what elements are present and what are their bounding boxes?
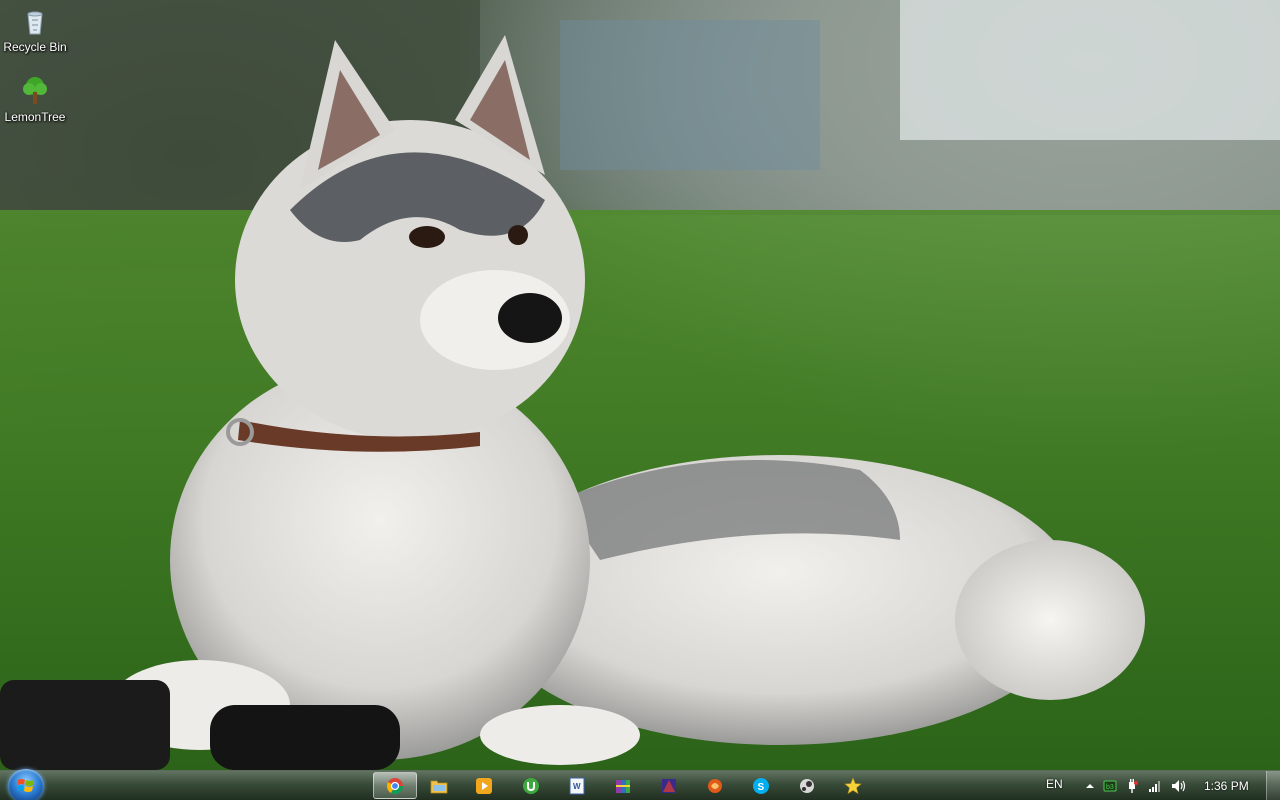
clock[interactable]: 1:36 PM: [1204, 779, 1249, 793]
word-icon: W: [569, 777, 585, 794]
taskbar-utorrent-button[interactable]: [509, 772, 553, 799]
svg-text:b3: b3: [1106, 784, 1114, 791]
network-app-tray-icon[interactable]: b3: [1102, 779, 1118, 793]
svg-text:W: W: [573, 782, 581, 791]
desktop-icon-lemontree[interactable]: LemonTree: [0, 76, 70, 124]
tree-icon: [19, 76, 51, 108]
system-tray: EN b3 1:36 PM: [1030, 771, 1280, 800]
star-icon: [844, 776, 862, 794]
windows-logo-icon: [17, 779, 34, 792]
show-hidden-icons-chevron-up-icon[interactable]: [1082, 779, 1098, 793]
taskbar-chrome-button[interactable]: [373, 772, 417, 799]
power-plug-icon[interactable]: [1124, 779, 1140, 793]
taskbar-explorer-button[interactable]: [417, 772, 461, 799]
chrome-icon: [386, 777, 404, 794]
media-player-icon: [476, 777, 492, 794]
folder-icon: [430, 780, 448, 793]
taskbar-app-purple-button[interactable]: [647, 772, 691, 799]
taskbar-app-orange-button[interactable]: [693, 772, 737, 799]
desktop-icon-label: LemonTree: [4, 110, 66, 124]
skype-icon: S: [753, 777, 769, 794]
taskbar: W S EN b3 1:36 PM: [0, 769, 1280, 800]
svg-text:S: S: [758, 782, 765, 793]
desktop-wallpaper: [0, 0, 1280, 770]
desktop: Recycle Bin LemonTree W S EN b3 1:36 PM: [0, 0, 1280, 800]
show-desktop-button[interactable]: [1266, 771, 1280, 800]
archive-icon: [616, 779, 630, 793]
recycle-bin-icon: [19, 6, 51, 38]
taskbar-media-player-button[interactable]: [462, 772, 506, 799]
app-icon: [662, 778, 676, 793]
app-icon: [708, 778, 722, 793]
taskbar-archive-button[interactable]: [601, 772, 645, 799]
app-icon: [800, 778, 814, 793]
taskbar-app-star-button[interactable]: [831, 772, 875, 799]
wifi-signal-icon[interactable]: [1148, 779, 1164, 793]
language-indicator[interactable]: EN: [1046, 777, 1063, 791]
utorrent-icon: [523, 777, 539, 794]
volume-icon[interactable]: [1171, 779, 1187, 793]
taskbar-skype-button[interactable]: S: [739, 772, 783, 799]
taskbar-app-steam-button[interactable]: [785, 772, 829, 799]
desktop-icon-label: Recycle Bin: [3, 40, 67, 54]
taskbar-word-button[interactable]: W: [555, 772, 599, 799]
start-button[interactable]: [8, 769, 44, 800]
desktop-icon-recycle-bin[interactable]: Recycle Bin: [0, 6, 70, 54]
